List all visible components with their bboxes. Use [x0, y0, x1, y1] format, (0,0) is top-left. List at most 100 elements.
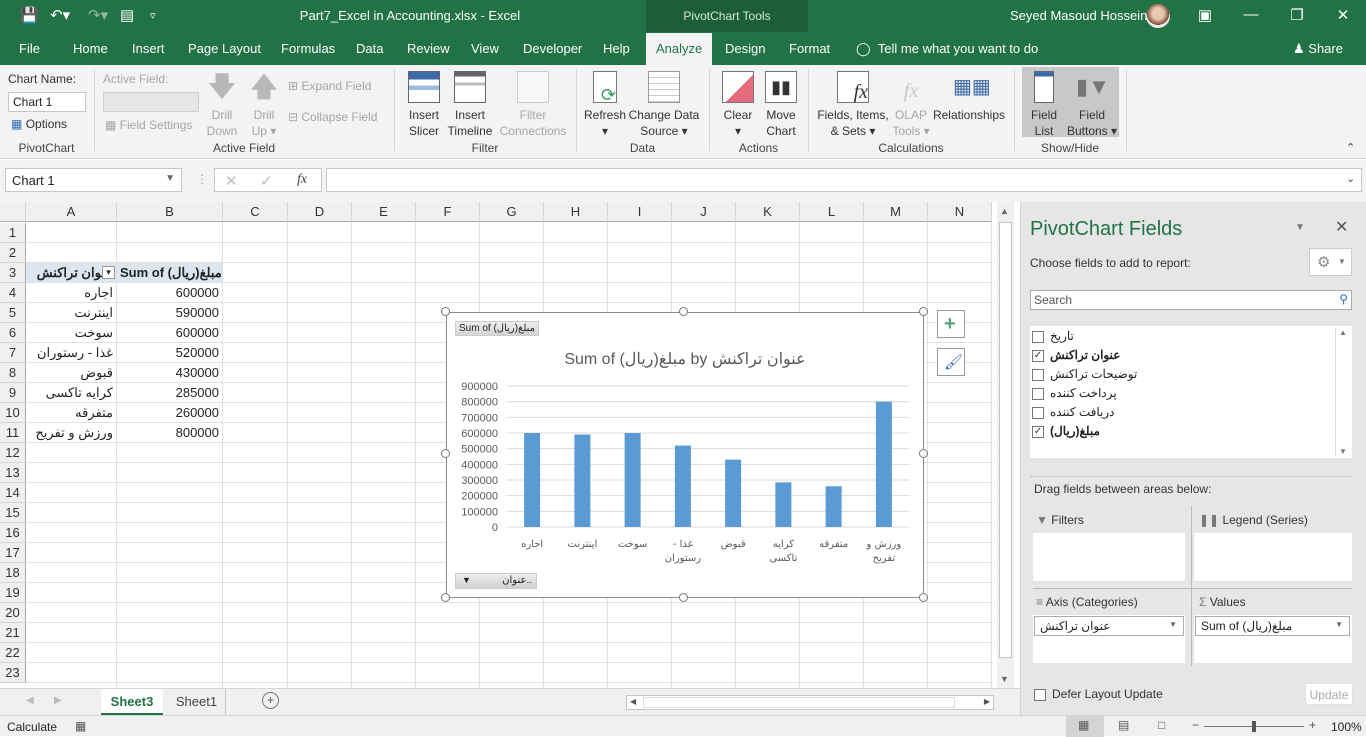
insert-function-icon[interactable]: fx	[297, 172, 307, 188]
drill-down-button[interactable]: 🡇 Drill Down	[203, 71, 241, 139]
filters-drop-area[interactable]	[1033, 533, 1185, 581]
pivot-row-label[interactable]: اینترنت	[26, 303, 116, 323]
pivot-value-header[interactable]: Sum of مبلغ(ریال)	[117, 263, 222, 283]
fields-items-sets-button[interactable]: fx Fields, Items, & Sets ▾	[815, 71, 891, 139]
scroll-down-icon[interactable]: ▼	[1339, 447, 1347, 456]
bar[interactable]	[674, 445, 691, 527]
pivot-row-value[interactable]: 260000	[117, 403, 222, 423]
checkbox-checked-icon[interactable]: ✓	[1032, 425, 1044, 438]
checkbox-icon[interactable]	[1032, 330, 1044, 343]
pivot-row-label[interactable]: قبوض	[26, 363, 116, 383]
column-header-H[interactable]: H	[544, 202, 608, 222]
column-header-F[interactable]: F	[416, 202, 480, 222]
field-settings-button[interactable]: ▦ Field Settings	[105, 118, 192, 132]
macro-record-icon[interactable]: ▦	[75, 719, 86, 733]
field-item[interactable]: توضیحات تراکنش	[1032, 367, 1137, 381]
insert-timeline-button[interactable]: Insert Timeline	[445, 71, 495, 139]
scroll-down-icon[interactable]: ▼	[1000, 674, 1009, 684]
splitter-handle[interactable]: ⋮	[196, 172, 208, 186]
pivot-row-label[interactable]: ورزش و تفریح	[26, 423, 116, 443]
tools-button[interactable]: ⚙ ▼	[1309, 248, 1352, 276]
values-field-dropdown[interactable]: Sum of مبلغ(ریال) ▼	[1195, 616, 1350, 636]
horizontal-scrollbar[interactable]: ◀ ▶	[626, 695, 994, 710]
user-name[interactable]: Seyed Masoud Hosseini	[1010, 8, 1150, 23]
row-header-12[interactable]: 12	[0, 443, 26, 463]
minimize-icon[interactable]: —	[1236, 6, 1266, 23]
column-header-A[interactable]: A	[26, 202, 117, 222]
tab-formulas[interactable]: Formulas	[281, 41, 335, 56]
pivot-row-value[interactable]: 520000	[117, 343, 222, 363]
refresh-button[interactable]: ⟳ Refresh ▾	[583, 71, 627, 139]
field-item[interactable]: ✓ عنوان تراکنش	[1032, 348, 1120, 362]
column-header-M[interactable]: M	[864, 202, 928, 222]
scroll-thumb[interactable]	[999, 222, 1012, 658]
field-list-button[interactable]: Field List	[1022, 71, 1066, 139]
collapse-ribbon-icon[interactable]: ⌃	[1346, 141, 1355, 154]
pivot-row-label[interactable]: اجاره	[26, 283, 116, 303]
resize-handle[interactable]	[919, 449, 928, 458]
row-header-14[interactable]: 14	[0, 483, 26, 503]
share-button[interactable]: ♟ Share	[1293, 41, 1343, 57]
field-buttons-button[interactable]: ▮▼ Field Buttons ▾	[1066, 71, 1118, 139]
field-item[interactable]: تاریخ	[1032, 329, 1074, 343]
scroll-up-icon[interactable]: ▲	[1339, 328, 1347, 337]
restore-icon[interactable]: ❐	[1282, 6, 1312, 24]
axis-field-dropdown[interactable]: عنوان تراکنش ▼	[1034, 616, 1184, 636]
row-header-10[interactable]: 10	[0, 403, 26, 423]
drill-up-button[interactable]: 🡅 Drill Up ▾	[245, 71, 283, 139]
pivot-chart[interactable]: Sum of مبلغ(ریال) Sum of مبلغ(ریال) by ع…	[446, 312, 924, 598]
pane-close-icon[interactable]: ✕	[1335, 217, 1348, 237]
update-button[interactable]: Update	[1305, 683, 1353, 705]
row-header-9[interactable]: 9	[0, 383, 26, 403]
chart-styles-button[interactable]: 🖌	[937, 348, 965, 376]
chart-elements-button[interactable]: +	[937, 310, 965, 338]
row-header-3[interactable]: 3	[0, 263, 26, 283]
active-field-input[interactable]	[103, 92, 199, 112]
checkbox-icon[interactable]	[1032, 368, 1044, 381]
tell-me-box[interactable]: ◯ Tell me what you want to do	[856, 41, 1038, 57]
field-search-input[interactable]: Search ⚲	[1030, 290, 1352, 310]
row-header-6[interactable]: 6	[0, 323, 26, 343]
checkbox-checked-icon[interactable]: ✓	[1032, 349, 1044, 362]
avatar[interactable]	[1146, 4, 1170, 28]
select-all-corner[interactable]	[0, 202, 26, 222]
pivot-row-label[interactable]: سوخت	[26, 323, 116, 343]
insert-slicer-button[interactable]: Insert Slicer	[403, 71, 445, 139]
tab-home[interactable]: Home	[73, 41, 108, 56]
normal-view-button[interactable]: ▦	[1066, 716, 1104, 737]
ribbon-display-icon[interactable]: ▣	[1190, 6, 1220, 24]
zoom-level[interactable]: 100%	[1331, 720, 1362, 734]
tab-format[interactable]: Format	[789, 41, 830, 56]
resize-handle[interactable]	[679, 593, 688, 602]
row-header-7[interactable]: 7	[0, 343, 26, 363]
row-header-1[interactable]: 1	[0, 223, 26, 243]
expand-field-button[interactable]: ⊞ Expand Field	[288, 79, 371, 93]
checkbox-icon[interactable]	[1032, 387, 1044, 400]
pivot-row-value[interactable]: 600000	[117, 323, 222, 343]
row-header-11[interactable]: 11	[0, 423, 26, 443]
row-header-17[interactable]: 17	[0, 543, 26, 563]
field-list-scrollbar[interactable]: ▲ ▼	[1335, 328, 1349, 456]
field-item[interactable]: ✓ مبلغ(ریال)	[1032, 424, 1100, 438]
row-header-16[interactable]: 16	[0, 523, 26, 543]
pivot-row-value[interactable]: 600000	[117, 283, 222, 303]
pivot-row-value[interactable]: 430000	[117, 363, 222, 383]
row-header-13[interactable]: 13	[0, 463, 26, 483]
field-item[interactable]: دریافت کننده	[1032, 405, 1115, 419]
page-break-view-icon[interactable]: □	[1158, 718, 1165, 732]
scroll-up-icon[interactable]: ▲	[1000, 206, 1009, 216]
relationships-button[interactable]: ▦▦ Relationships	[931, 71, 1007, 123]
defer-layout-checkbox[interactable]: Defer Layout Update	[1034, 687, 1163, 701]
column-header-L[interactable]: L	[800, 202, 864, 222]
tab-data[interactable]: Data	[356, 41, 383, 56]
tab-page-layout[interactable]: Page Layout	[188, 41, 261, 56]
column-header-J[interactable]: J	[672, 202, 736, 222]
row-header-8[interactable]: 8	[0, 363, 26, 383]
olap-tools-button[interactable]: fx OLAP Tools ▾	[891, 71, 931, 139]
tab-developer[interactable]: Developer	[523, 41, 582, 56]
zoom-in-icon[interactable]: +	[1309, 718, 1316, 732]
pivot-row-label[interactable]: غذا - رستوران	[26, 343, 116, 363]
zoom-slider-thumb[interactable]	[1252, 721, 1256, 732]
values-drop-area[interactable]: Sum of مبلغ(ریال) ▼	[1194, 615, 1352, 663]
formula-input[interactable]	[326, 168, 1362, 192]
